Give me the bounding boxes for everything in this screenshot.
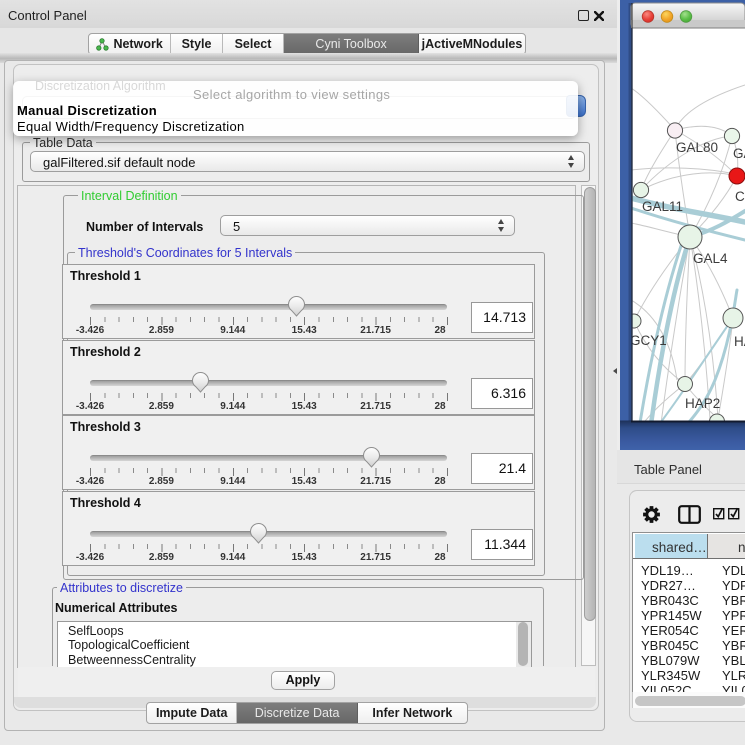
svg-text:GAL4: GAL4 (693, 251, 728, 266)
svg-text:GAL80: GAL80 (676, 140, 718, 155)
svg-text:HAP2: HAP2 (685, 396, 720, 411)
svg-text:GCY1: GCY1 (630, 333, 667, 348)
svg-text:CDC3: CDC3 (735, 189, 745, 204)
svg-text:GAL11: GAL11 (642, 199, 683, 214)
svg-text:GAL4: GAL4 (733, 146, 745, 161)
svg-text:HAP1: HAP1 (734, 334, 745, 349)
